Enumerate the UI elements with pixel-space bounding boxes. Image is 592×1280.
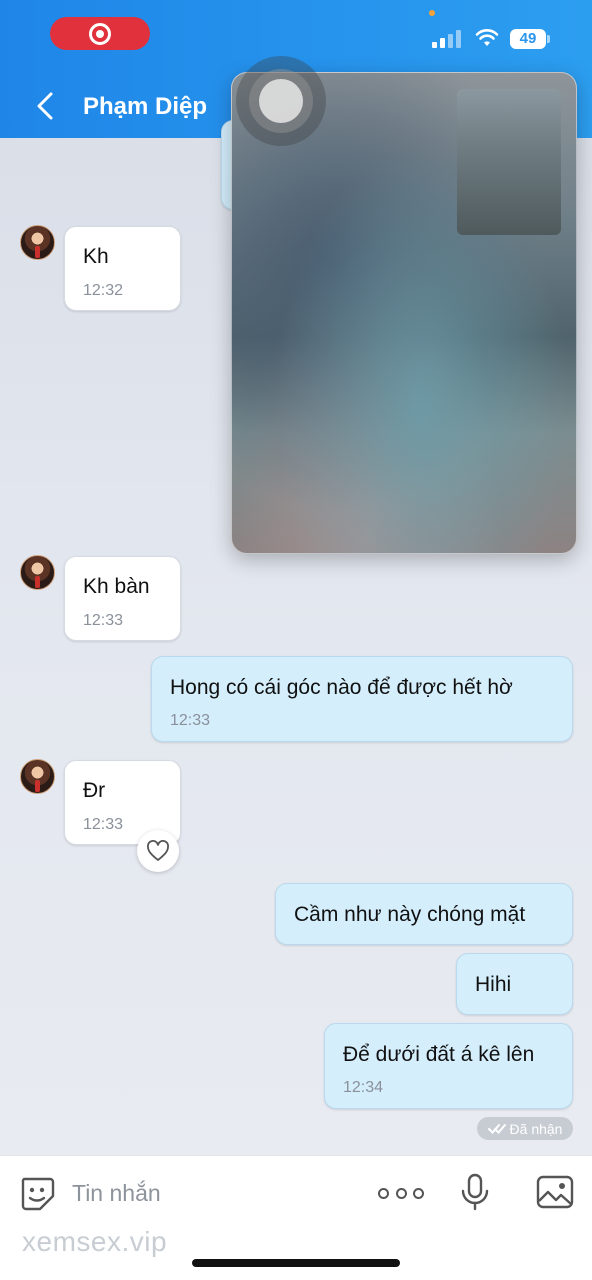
message-bubble-incoming[interactable]: Kh bàn 12:33 (64, 556, 181, 641)
contact-name[interactable]: Phạm Diệp (83, 91, 233, 123)
battery-indicator: 49 (510, 29, 550, 49)
message-bubble-outgoing[interactable]: Hong có cái góc nào để được hết hờ 12:33 (151, 656, 573, 742)
message-time: 12:32 (83, 282, 124, 299)
delivery-status-badge: Đã nhận (477, 1117, 573, 1140)
watermark-text: xemsex.vip (22, 1226, 168, 1257)
more-options-button[interactable] (378, 1180, 424, 1206)
home-indicator[interactable] (192, 1259, 400, 1267)
heart-icon (147, 840, 169, 861)
record-icon (89, 22, 111, 45)
delivery-status-text: Đã nhận (509, 1120, 563, 1137)
chevron-left-icon (37, 92, 53, 120)
assistive-touch-button[interactable] (236, 56, 326, 146)
self-camera-preview[interactable] (457, 89, 561, 235)
react-heart-button[interactable] (137, 830, 179, 872)
cellular-signal-icon (432, 30, 464, 48)
message-text: Đr (83, 779, 106, 802)
message-time: 12:33 (83, 816, 124, 833)
message-text: Hong có cái góc nào để được hết hờ (170, 676, 513, 699)
dot-icon (395, 1187, 407, 1199)
message-bubble-incoming[interactable]: Kh 12:32 (64, 226, 181, 311)
privacy-indicator-dot (429, 10, 435, 16)
message-text: Kh bàn (83, 575, 150, 598)
contact-avatar[interactable] (20, 555, 55, 590)
message-text: Hihi (475, 973, 512, 996)
message-time: 12:33 (170, 712, 211, 729)
contact-avatar[interactable] (20, 759, 55, 794)
dot-icon (413, 1187, 424, 1199)
screen-recording-indicator[interactable] (50, 17, 150, 50)
sticker-emoji-icon[interactable] (18, 1174, 56, 1212)
message-text: Để dưới đất á kê lên (343, 1043, 535, 1066)
back-button[interactable] (30, 88, 60, 124)
message-bubble-outgoing[interactable]: Hihi (456, 953, 573, 1015)
dot-icon (378, 1187, 389, 1199)
microphone-icon[interactable] (458, 1172, 492, 1212)
message-bubble-outgoing[interactable]: Cầm như này chóng mặt (275, 883, 573, 945)
wifi-icon (475, 29, 499, 46)
message-time: 12:34 (343, 1079, 384, 1096)
message-input[interactable] (72, 1174, 352, 1212)
message-text: Cầm như này chóng mặt (294, 903, 526, 926)
message-bubble-outgoing[interactable]: Để dưới đất á kê lên 12:34 (324, 1023, 573, 1109)
message-text: Kh (83, 245, 109, 268)
message-time: 12:33 (83, 612, 124, 629)
double-check-icon (487, 1123, 506, 1134)
image-gallery-icon[interactable] (535, 1174, 575, 1210)
contact-avatar[interactable] (20, 225, 55, 260)
